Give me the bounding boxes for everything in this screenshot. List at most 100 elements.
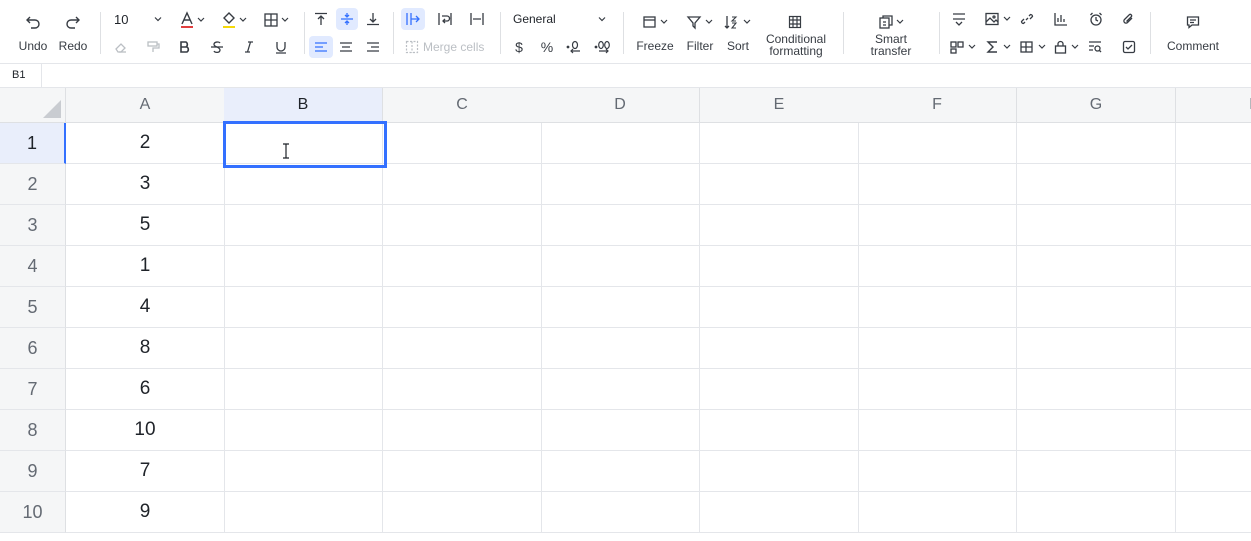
cell-f9[interactable] xyxy=(858,451,1017,492)
cell-b4[interactable] xyxy=(224,246,383,287)
text-overflow-button[interactable] xyxy=(401,8,425,30)
align-right-button[interactable] xyxy=(363,37,383,57)
fill-color-button[interactable] xyxy=(218,10,250,30)
column-header-g[interactable]: G xyxy=(1017,88,1176,123)
cell-reference-box[interactable]: B1 xyxy=(0,64,42,87)
cell-c2[interactable] xyxy=(383,164,542,205)
font-size-select[interactable]: 10 xyxy=(114,12,128,27)
strikethrough-button[interactable] xyxy=(208,38,226,56)
select-all-corner[interactable] xyxy=(0,88,66,123)
cell-g7[interactable] xyxy=(1017,369,1176,410)
cell-c4[interactable] xyxy=(383,246,542,287)
row-header-10[interactable]: 10 xyxy=(0,492,66,533)
cell-f8[interactable] xyxy=(858,410,1017,451)
font-color-button[interactable] xyxy=(176,10,208,30)
column-header-c[interactable]: C xyxy=(383,88,542,123)
cell-h9[interactable] xyxy=(1176,451,1251,492)
cell-c3[interactable] xyxy=(383,205,542,246)
protect-range-button[interactable] xyxy=(1051,37,1083,57)
cell-d10[interactable] xyxy=(541,492,700,533)
cell-f7[interactable] xyxy=(858,369,1017,410)
cell-b2[interactable] xyxy=(224,164,383,205)
cell-a9[interactable]: 7 xyxy=(66,451,225,492)
cell-d7[interactable] xyxy=(541,369,700,410)
insert-component-button[interactable] xyxy=(947,37,979,57)
cell-c1[interactable] xyxy=(383,123,542,164)
cell-c7[interactable] xyxy=(383,369,542,410)
cell-style-button[interactable] xyxy=(1017,37,1049,57)
cell-h10[interactable] xyxy=(1176,492,1251,533)
align-top-button[interactable] xyxy=(311,9,331,29)
row-header-5[interactable]: 5 xyxy=(0,287,66,328)
cell-a7[interactable]: 6 xyxy=(66,369,225,410)
cell-e2[interactable] xyxy=(700,164,859,205)
cell-a1[interactable]: 2 xyxy=(66,123,225,164)
redo-button[interactable] xyxy=(58,10,88,34)
cell-e10[interactable] xyxy=(700,492,859,533)
cell-g2[interactable] xyxy=(1017,164,1176,205)
cell-g4[interactable] xyxy=(1017,246,1176,287)
cell-d4[interactable] xyxy=(541,246,700,287)
row-header-6[interactable]: 6 xyxy=(0,328,66,369)
cell-f10[interactable] xyxy=(858,492,1017,533)
cell-b8[interactable] xyxy=(224,410,383,451)
cell-g8[interactable] xyxy=(1017,410,1176,451)
cell-f2[interactable] xyxy=(858,164,1017,205)
align-bottom-button[interactable] xyxy=(363,9,383,29)
borders-button[interactable] xyxy=(260,10,292,30)
row-header-8[interactable]: 8 xyxy=(0,410,66,451)
increase-decimal-button[interactable] xyxy=(593,38,613,56)
column-header-f[interactable]: F xyxy=(858,88,1017,123)
insert-link-button[interactable] xyxy=(1017,9,1037,29)
align-center-button[interactable] xyxy=(336,37,356,57)
column-header-b[interactable]: B xyxy=(224,88,383,123)
merge-cells-button[interactable]: Merge cells xyxy=(405,38,491,56)
percent-format-button[interactable]: % xyxy=(537,38,557,56)
cell-c9[interactable] xyxy=(383,451,542,492)
cell-h1[interactable] xyxy=(1176,123,1251,164)
cell-a10[interactable]: 9 xyxy=(66,492,225,533)
cell-c10[interactable] xyxy=(383,492,542,533)
cell-h6[interactable] xyxy=(1176,328,1251,369)
cell-b5[interactable] xyxy=(224,287,383,328)
cell-d2[interactable] xyxy=(541,164,700,205)
cell-a2[interactable]: 3 xyxy=(66,164,225,205)
cell-c6[interactable] xyxy=(383,328,542,369)
cell-e7[interactable] xyxy=(700,369,859,410)
filter-button[interactable] xyxy=(684,12,716,32)
cell-h8[interactable] xyxy=(1176,410,1251,451)
cell-e9[interactable] xyxy=(700,451,859,492)
cell-h4[interactable] xyxy=(1176,246,1251,287)
cell-e3[interactable] xyxy=(700,205,859,246)
insert-chart-button[interactable] xyxy=(1051,9,1071,29)
reminder-button[interactable] xyxy=(1086,9,1106,29)
cell-b3[interactable] xyxy=(224,205,383,246)
cell-e8[interactable] xyxy=(700,410,859,451)
cell-a6[interactable]: 8 xyxy=(66,328,225,369)
underline-button[interactable] xyxy=(272,38,290,56)
column-header-d[interactable]: D xyxy=(541,88,700,123)
cell-f5[interactable] xyxy=(858,287,1017,328)
italic-button[interactable] xyxy=(240,38,258,56)
column-header-a[interactable]: A xyxy=(66,88,225,123)
text-rotation-button[interactable] xyxy=(949,9,969,29)
row-header-4[interactable]: 4 xyxy=(0,246,66,287)
row-header-9[interactable]: 9 xyxy=(0,451,66,492)
number-format-chevron-down-icon[interactable] xyxy=(596,13,608,25)
smart-transfer-button[interactable] xyxy=(874,12,908,32)
cell-f1[interactable] xyxy=(858,123,1017,164)
cell-h2[interactable] xyxy=(1176,164,1251,205)
number-format-select[interactable]: General xyxy=(513,12,556,26)
column-header-h[interactable]: H xyxy=(1176,88,1251,123)
cell-h7[interactable] xyxy=(1176,369,1251,410)
cell-d8[interactable] xyxy=(541,410,700,451)
cell-g10[interactable] xyxy=(1017,492,1176,533)
cell-d5[interactable] xyxy=(541,287,700,328)
align-left-button[interactable] xyxy=(309,36,333,58)
cell-b6[interactable] xyxy=(224,328,383,369)
cell-f6[interactable] xyxy=(858,328,1017,369)
cell-e5[interactable] xyxy=(700,287,859,328)
conditional-formatting-button[interactable] xyxy=(785,12,805,32)
decrease-decimal-button[interactable] xyxy=(565,38,585,56)
insert-image-button[interactable] xyxy=(982,9,1014,29)
